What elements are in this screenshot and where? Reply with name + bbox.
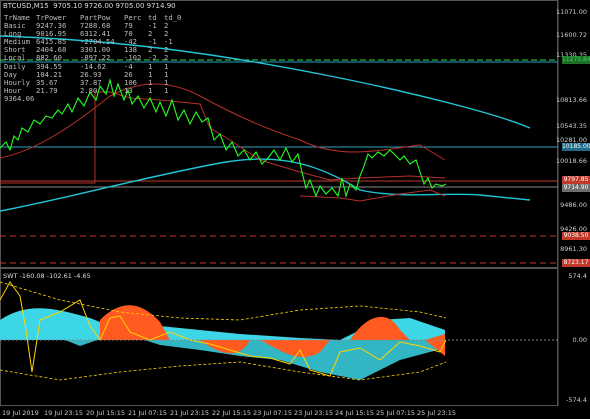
time-label: 20 Jul 15:15 [86, 409, 125, 417]
time-label: 21 Jul 23:15 [170, 409, 209, 417]
price-label: 11071.00 [555, 8, 587, 16]
price-tag: 9038.50 [562, 232, 590, 240]
chart-area[interactable]: BTCUSD,M15 9705.10 9726.00 9705.00 9714.… [0, 0, 590, 419]
price-label: 8961.30 [560, 245, 587, 253]
time-label: 21 Jul 07:15 [128, 409, 167, 417]
price-tag: 11275.84 [562, 56, 590, 64]
price-label: 10543.35 [555, 122, 587, 130]
price-tag: 10185.00 [562, 143, 590, 151]
time-label: 24 Jul 15:15 [335, 409, 374, 417]
time-label: 25 Jul 07:15 [376, 409, 415, 417]
swt-histogram [0, 305, 445, 380]
price-tag: 9797.85 [562, 176, 590, 184]
table-row: 9364.06 [4, 93, 180, 103]
chart-title: BTCUSD,M15 9705.10 9726.00 9705.00 9714.… [3, 2, 176, 10]
price-label: 10813.66 [555, 96, 587, 104]
time-label: 23 Jul 07:15 [253, 409, 292, 417]
indicator-title: SWT -160.08 -102.61 -4.65 [3, 272, 91, 280]
time-label: 19 Jul 2019 [2, 409, 39, 417]
indicator-label: 0.00 [572, 336, 587, 344]
table-cell: 13 [124, 85, 133, 95]
ma-cyan-lower [0, 158, 531, 212]
stats-table: TrName TrPower PartPow Perc td td_0 Basi… [4, 13, 181, 103]
indicator-label: -574.4 [566, 396, 587, 404]
indicator-label: 574.4 [568, 272, 587, 280]
price-label: 11600.72 [555, 31, 587, 39]
table-cell: 21.79 [36, 85, 58, 95]
time-label: 25 Jul 23:15 [417, 409, 456, 417]
table-cell: 9364.06 [4, 93, 35, 103]
table-cell: 1 [148, 85, 153, 95]
time-label: 19 Jul 23:15 [44, 409, 83, 417]
table-cell: 1 [164, 85, 169, 95]
time-label: 22 Jul 15:15 [212, 409, 251, 417]
price-label: 9486.00 [560, 201, 587, 209]
price-tag: 8723.17 [562, 259, 590, 267]
table-cell: 2.80 [80, 85, 98, 95]
price-label: 10018.66 [555, 157, 587, 165]
current-price-tag: 9714.90 [562, 184, 590, 192]
time-label: 23 Jul 23:15 [294, 409, 333, 417]
